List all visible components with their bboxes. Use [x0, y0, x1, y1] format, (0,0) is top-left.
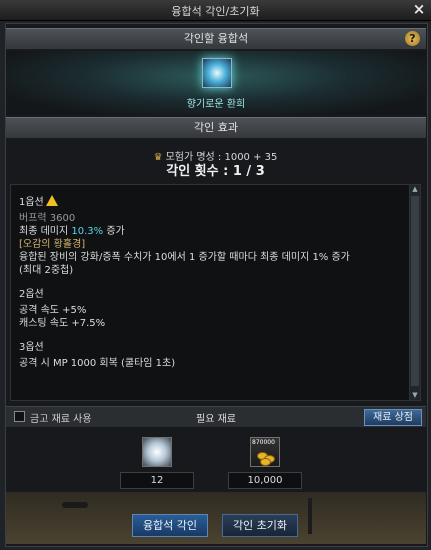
option-1-title-text: 1옵션 — [19, 197, 44, 208]
help-icon[interactable]: ? — [405, 31, 420, 46]
gold-coins-icon[interactable]: 870000 — [250, 437, 280, 467]
window-title: 융합석 각인/초기화 — [171, 5, 260, 18]
section-title-target: 각인할 융합석 — [183, 32, 249, 45]
warning-icon — [45, 195, 58, 206]
option-3-title: 3옵션 — [19, 342, 44, 353]
material-2-quantity: 10,000 — [228, 472, 302, 489]
section-header-effect: 각인 효과 — [6, 117, 426, 139]
materials-header: 금고 재료 사용 필요 재료 재료 상점 — [6, 406, 426, 427]
fusion-material-icon[interactable] — [142, 437, 172, 467]
fusion-stone-name: 향기로운 환희 — [186, 99, 246, 110]
action-area — [6, 492, 426, 544]
scroll-up-icon[interactable]: ▲ — [410, 185, 420, 194]
reset-engrave-button[interactable]: 각인 초기화 — [222, 514, 298, 537]
scroll-thumb[interactable] — [411, 196, 419, 386]
options-scrollbar[interactable]: ▲ ▼ — [409, 184, 421, 401]
section-header-target: 각인할 융합석 ? — [6, 28, 426, 50]
option-2-line-2: 캐스팅 속도 +7.5% — [19, 318, 106, 329]
materials-title: 필요 재료 — [196, 414, 236, 425]
coin-shape — [260, 458, 271, 466]
fusion-stone-preview: 향기로운 환희 — [6, 51, 426, 115]
material-shop-button[interactable]: 재료 상점 — [364, 409, 422, 426]
option-1-line-5: (최대 2중첩) — [19, 265, 74, 276]
engrave-window: 융합석 각인/초기화 × 각인할 융합석 ? 향기로운 환희 각인 효과 ♛ 모험… — [0, 0, 431, 550]
decorative-ledge — [62, 502, 88, 508]
options-list[interactable]: 1옵션 버프력 3600 최종 데미지 10.3% 증가 [오감의 황홀경] 융… — [10, 184, 410, 401]
title-bar[interactable]: 융합석 각인/초기화 × — [0, 0, 431, 21]
engrave-button[interactable]: 융합석 각인 — [132, 514, 208, 537]
gold-icon-text: 870000 — [252, 439, 275, 446]
decorative-post — [308, 498, 312, 534]
option-1-title: 1옵션 — [19, 193, 58, 208]
scroll-down-icon[interactable]: ▼ — [410, 391, 420, 400]
material-1-quantity: 12 — [120, 472, 194, 489]
option-3-line-1: 공격 시 MP 1000 회복 (쿨타임 1초) — [19, 358, 176, 369]
option-2-title: 2옵션 — [19, 289, 44, 300]
engrave-count: 각인 횟수 : 1 / 3 — [166, 164, 265, 179]
section-title-effect: 각인 효과 — [194, 121, 238, 134]
close-icon[interactable]: × — [412, 1, 426, 17]
fusion-stone-icon[interactable] — [202, 58, 232, 88]
